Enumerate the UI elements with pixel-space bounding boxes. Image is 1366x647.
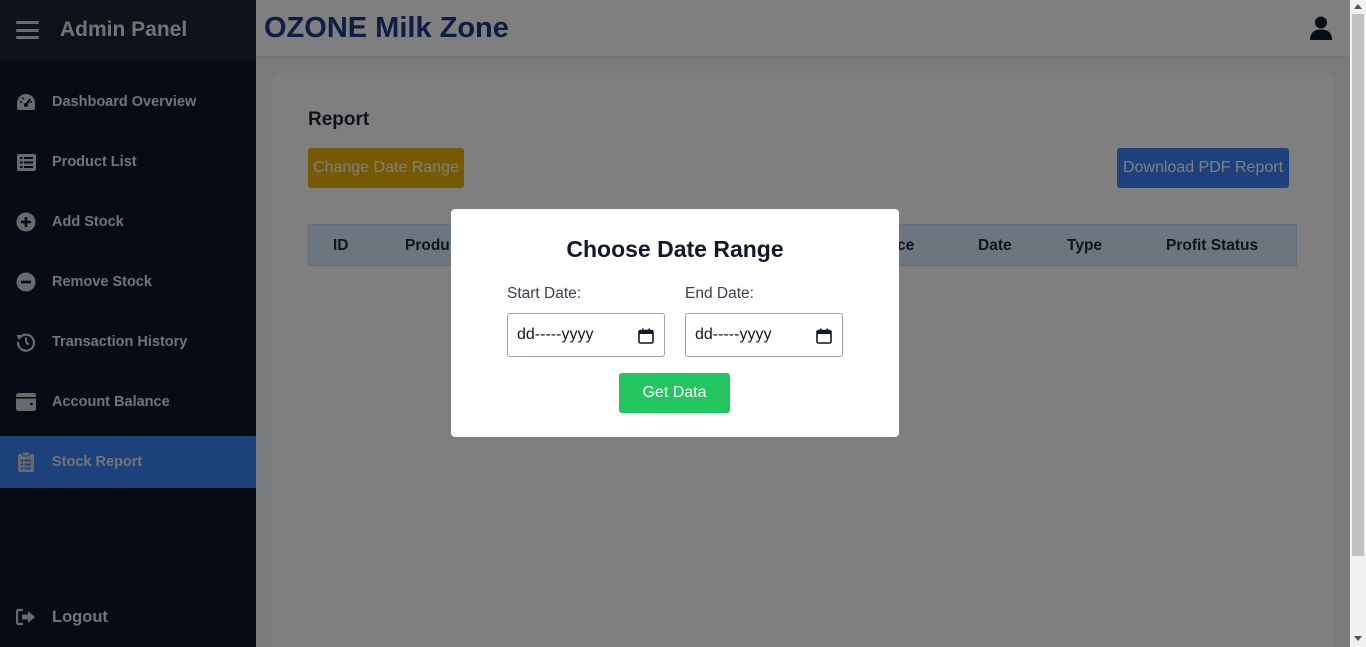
start-date-input[interactable]: dd-----yyyy	[507, 313, 665, 357]
start-date-label: Start Date:	[507, 285, 582, 302]
scroll-down-arrow-icon[interactable]	[1354, 636, 1362, 641]
calendar-icon[interactable]	[638, 328, 654, 344]
calendar-icon[interactable]	[816, 328, 832, 344]
get-data-button[interactable]: Get Data	[619, 373, 730, 413]
scroll-up-arrow-icon[interactable]	[1354, 4, 1362, 9]
page-scrollbar[interactable]	[1350, 0, 1366, 647]
start-date-value: dd-----yyyy	[517, 326, 594, 343]
modal-title: Choose Date Range	[566, 236, 784, 262]
end-date-input[interactable]: dd-----yyyy	[685, 313, 843, 357]
date-range-modal: Choose Date Range Start Date: End Date: …	[451, 209, 899, 437]
scrollbar-thumb[interactable]	[1352, 14, 1364, 556]
end-date-value: dd-----yyyy	[695, 326, 772, 343]
end-date-label: End Date:	[685, 285, 754, 302]
